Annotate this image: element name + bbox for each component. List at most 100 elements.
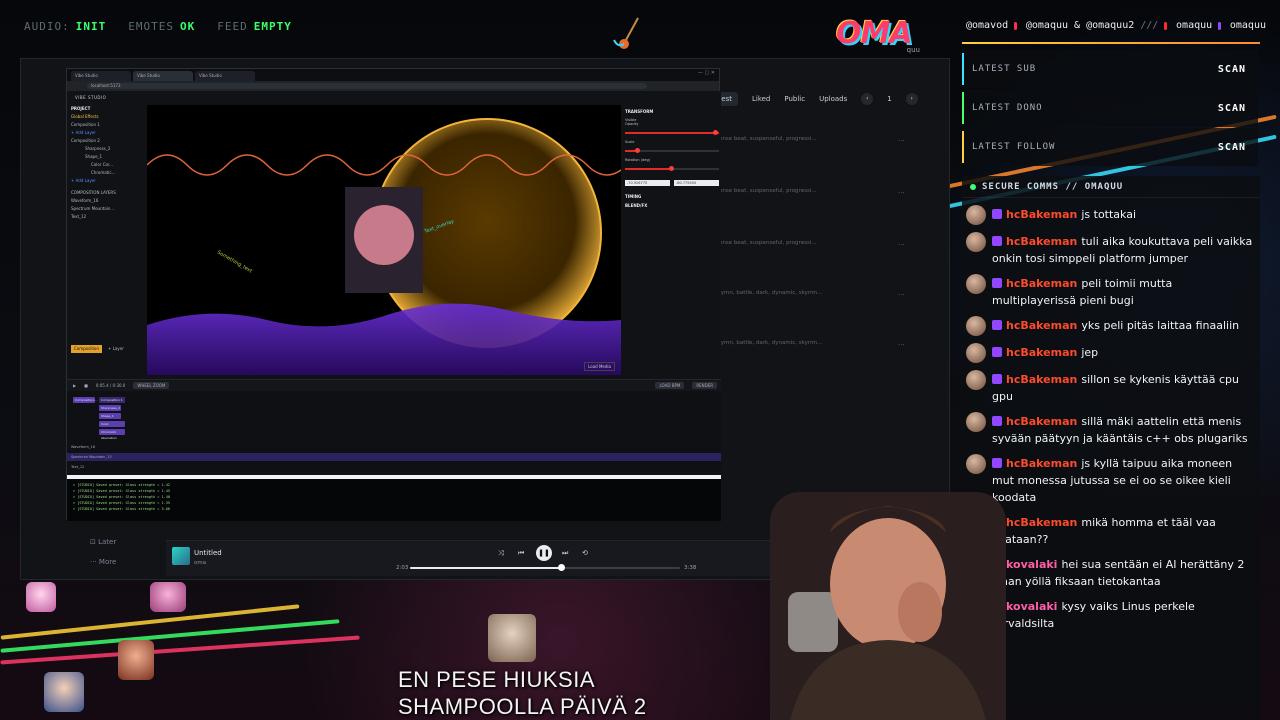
load-media-button[interactable]: Load Media (584, 362, 615, 371)
twitch-icon (992, 416, 1002, 426)
project-item[interactable]: Color Cor... (71, 161, 147, 169)
webcam-feed (770, 492, 1006, 720)
blend-section[interactable]: BLEND/FX (625, 203, 719, 208)
opacity-slider[interactable] (625, 130, 719, 135)
latest-dono-row: LATEST DONO SCAN (962, 89, 1258, 127)
load-bpm-button[interactable]: LOAD BPM (655, 382, 685, 389)
chat-username[interactable]: hcBakeman (1006, 457, 1077, 470)
more-options-icon[interactable]: ··· (898, 291, 905, 299)
project-item[interactable]: Chromatic... (71, 169, 147, 177)
chat-message: hcBakeman mikä homma et tääl vaa idlataan… (962, 506, 1260, 548)
next-icon[interactable]: ⏭ (562, 549, 568, 558)
more-options-icon[interactable]: ··· (898, 137, 905, 145)
project-item[interactable]: Composition 2 (71, 137, 147, 145)
chat-username[interactable]: hcBakeman (1006, 346, 1077, 359)
browser-tab[interactable]: Vibe Studio (71, 71, 131, 81)
latest-follow-row: LATEST FOLLOW SCAN (962, 128, 1258, 166)
progress-fill (410, 567, 562, 569)
add-layer-button[interactable]: + Add Layer (71, 129, 147, 137)
play-icon[interactable]: ▶ (73, 383, 76, 388)
nav-more[interactable]: ··· More (90, 558, 116, 566)
filter-uploads[interactable]: Uploads (819, 95, 847, 103)
status-audio: AUDIO: INIT (24, 20, 107, 33)
progress-knob[interactable] (558, 564, 566, 571)
social-handle: @omaquu & @omaquu2 (1025, 20, 1135, 31)
shuffle-icon[interactable]: ⤨ (498, 549, 504, 558)
project-item[interactable]: Composition 1 (71, 121, 147, 129)
twitch-icon (992, 374, 1002, 384)
streamer-hand (898, 582, 942, 642)
emote-image (44, 672, 84, 712)
timeline-track[interactable]: Text_12 (67, 463, 721, 471)
chat-message: hcBakeman yks peli pitäs laittaa finaalii… (962, 309, 1260, 336)
separator: /// (1140, 20, 1159, 31)
timeline-clip[interactable]: Sharpness_2 (99, 405, 121, 411)
add-layer-button[interactable]: + Add Layer (71, 177, 147, 185)
previous-icon[interactable]: ⏮ (518, 549, 524, 558)
transform-heading: TRANSFORM (625, 109, 654, 114)
preview-canvas[interactable]: Something_text Text_overlay Load Media (147, 105, 621, 375)
project-item[interactable]: Spectrum Mountain... (71, 205, 147, 213)
scale-slider[interactable] (625, 148, 719, 153)
timeline-clip[interactable]: Composition... (73, 397, 97, 403)
track-artist: oma (194, 560, 207, 566)
filter-public[interactable]: Public (784, 95, 805, 103)
chat-message: hcBakeman js tottakai (962, 198, 1260, 225)
chat-username[interactable]: hcBakeman (1006, 516, 1077, 529)
filter-liked[interactable]: Liked (752, 95, 770, 103)
more-options-icon[interactable]: ··· (898, 189, 905, 197)
composition-button[interactable]: Composition (71, 345, 102, 353)
wheel-zoom-button[interactable]: WHEEL ZOOM (133, 382, 170, 389)
browser-tab[interactable]: Vibe Studio (195, 71, 255, 81)
repeat-icon[interactable]: ⟲ (582, 549, 588, 557)
timeline-clip[interactable]: Chromatic Aberration (99, 429, 125, 440)
timing-section[interactable]: TIMING (625, 194, 719, 199)
add-layer-bottom-button[interactable]: + Layer (108, 345, 124, 353)
pause-button[interactable]: ❚❚ (536, 545, 552, 561)
chat-username[interactable]: kovalaki (1006, 600, 1057, 613)
rotation-slider[interactable] (625, 166, 719, 171)
prev-page-icon[interactable]: ‹ (861, 93, 874, 105)
window-controls-icon[interactable]: — ▢ ✕ (698, 70, 715, 76)
twitch-icon (992, 236, 1002, 246)
caption-line: EN PESE HIUKSIA (398, 667, 596, 692)
status-feed: FEED EMPTY (217, 20, 292, 33)
face-shape (354, 205, 414, 265)
chat-message: hcBakeman peli toimii mutta multiplayeris… (962, 267, 1260, 309)
render-button[interactable]: RENDER (692, 382, 717, 389)
project-item[interactable]: Global Effects (71, 113, 147, 121)
chat-message: hcBakeman sillon se kykenis käyttää cpu g… (962, 363, 1260, 405)
music-filter-bar: Newest Liked Public Uploads ‹ 1 › (700, 92, 918, 106)
chat-username[interactable]: hcBakeman (1006, 415, 1077, 428)
twitch-icon (992, 320, 1002, 330)
stop-icon[interactable]: ■ (84, 383, 88, 388)
timeline-track[interactable]: Waveform_16 (67, 443, 721, 451)
timeline-clip[interactable]: Color Correction (99, 421, 125, 432)
url-input[interactable]: localhost:5173 (87, 83, 647, 89)
project-item[interactable]: Shape_1 (71, 153, 147, 161)
pos-x-field[interactable]: -70.926775 (625, 180, 670, 186)
progress-bar[interactable] (410, 564, 680, 571)
browser-tab[interactable]: Vibe Studio (133, 71, 193, 81)
chat-username[interactable]: hcBakeman (1006, 235, 1077, 248)
browser-window: Vibe Studio Vibe Studio Vibe Studio — ▢ … (66, 68, 721, 521)
stream-caption: EN PESE HIUKSIA SHAMPOOLLA PÄIVÄ 2 (398, 666, 647, 720)
next-page-icon[interactable]: › (905, 93, 918, 105)
visualizer-render: Something_text Text_overlay (147, 118, 621, 375)
timeline-track[interactable]: Spectrum Mountain_13 (67, 453, 721, 461)
project-item[interactable]: Sharpness_2 (71, 145, 147, 153)
twitch-icon (992, 347, 1002, 357)
timeline-clip[interactable]: Composition 1 (99, 397, 125, 403)
chat-username[interactable]: hcBakeman (1006, 373, 1077, 386)
project-item[interactable]: Waveform_16 (71, 197, 147, 205)
more-options-icon[interactable]: ··· (898, 241, 905, 249)
nav-later[interactable]: ⊡ Later (90, 538, 116, 546)
more-options-icon[interactable]: ··· (898, 341, 905, 349)
project-item[interactable]: Text_12 (71, 213, 147, 221)
timeline-clip[interactable]: Shape_1 (99, 413, 121, 419)
pos-y-field[interactable]: -60.779450 (674, 180, 719, 186)
chat-username[interactable]: hcBakeman (1006, 277, 1077, 290)
chat-username[interactable]: kovalaki (1006, 558, 1057, 571)
chat-username[interactable]: hcBakeman (1006, 208, 1077, 221)
chat-username[interactable]: hcBakeman (1006, 319, 1077, 332)
